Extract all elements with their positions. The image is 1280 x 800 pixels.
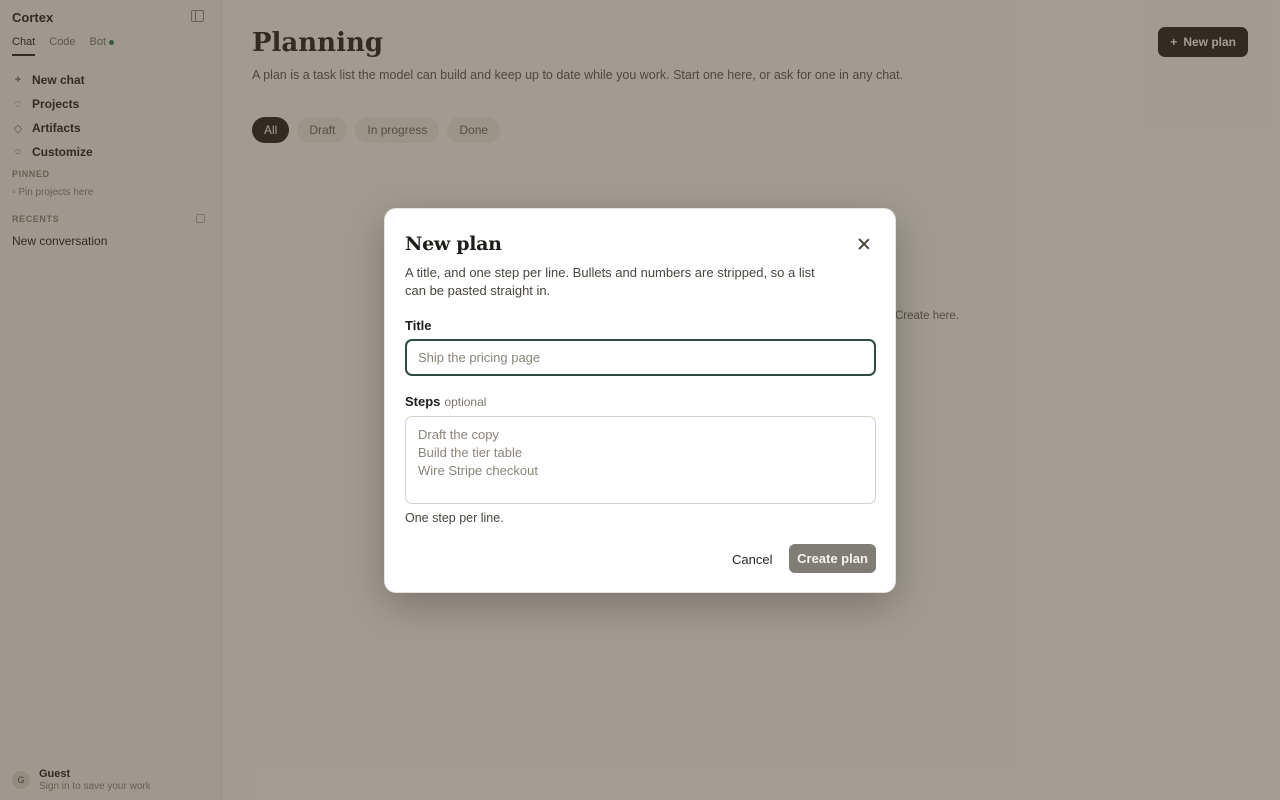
steps-label-text: Steps: [405, 394, 441, 409]
steps-field-label: Steps optional: [405, 394, 486, 409]
optional-tag: optional: [444, 395, 487, 409]
new-plan-dialog: New plan A title, and one step per line.…: [384, 208, 896, 593]
steps-help-text: One step per line.: [405, 511, 504, 525]
title-field-label: Title: [405, 318, 432, 333]
create-plan-button[interactable]: Create plan: [789, 544, 876, 573]
title-input[interactable]: [405, 339, 876, 376]
dialog-description: A title, and one step per line. Bullets …: [405, 265, 815, 298]
steps-textarea[interactable]: [405, 416, 876, 504]
cancel-button[interactable]: Cancel: [722, 545, 782, 573]
close-icon[interactable]: [857, 237, 871, 251]
dialog-title: New plan: [405, 233, 502, 255]
